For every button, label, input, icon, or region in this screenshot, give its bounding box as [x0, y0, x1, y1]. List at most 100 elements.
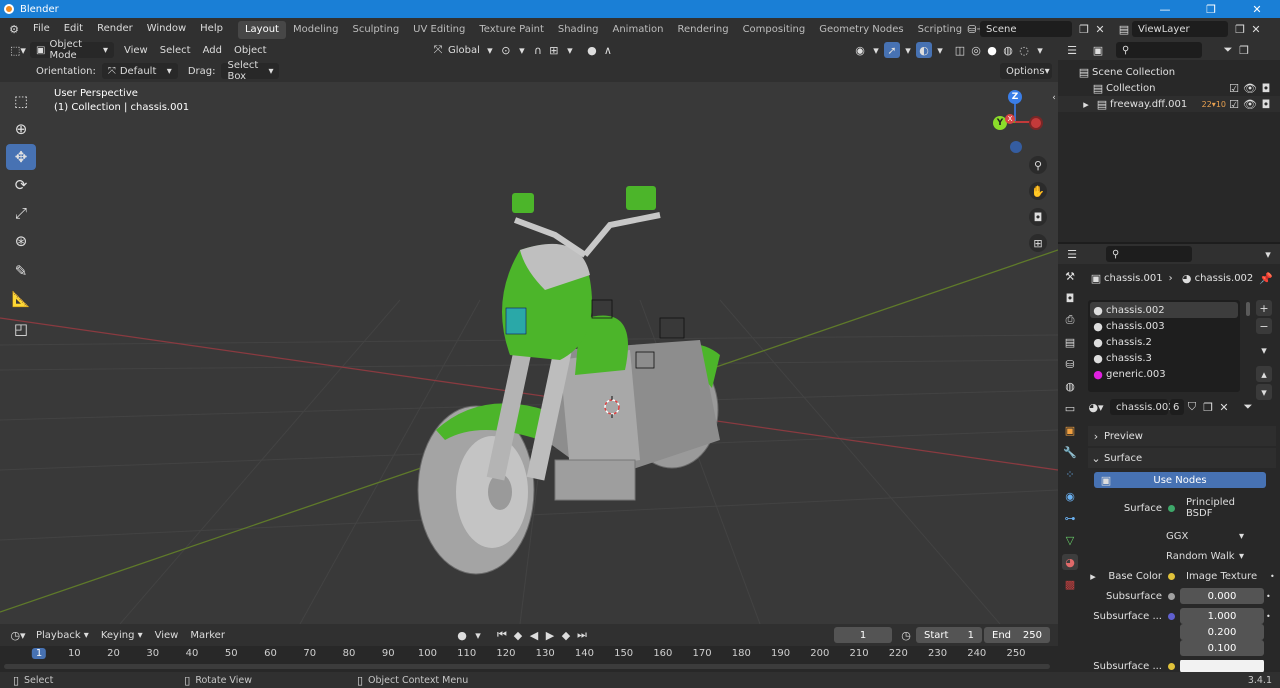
new-view-layer-icon[interactable]: ❐ — [1232, 21, 1248, 37]
menu-keying[interactable]: Keying ▾ — [95, 630, 149, 641]
orientation-dropdown[interactable]: ⤧ Default ▾ — [101, 63, 178, 79]
menu-select[interactable]: Select — [154, 45, 197, 56]
material-slot[interactable]: ● chassis.3 — [1090, 350, 1238, 366]
snap-target-icon[interactable]: ⊞ — [546, 42, 562, 58]
sidebar-toggle-icon[interactable]: ‹ — [1046, 90, 1058, 106]
overlay-toggle-icon[interactable]: ◐ — [916, 42, 932, 58]
solid-shading-icon[interactable]: ● — [984, 42, 1000, 58]
camera-render-icon[interactable]: ◘ — [1258, 96, 1274, 112]
checkbox-icon[interactable]: ☑ — [1226, 96, 1242, 112]
tab-animation[interactable]: Animation — [606, 21, 671, 39]
minimize-button[interactable]: — — [1142, 3, 1188, 16]
falloff-icon[interactable]: ∧ — [600, 42, 616, 58]
add-slot-icon[interactable]: + — [1256, 300, 1272, 316]
subsurface-method-dropdown[interactable]: Random Walk ▾ — [1160, 548, 1250, 564]
menu-marker[interactable]: Marker — [184, 630, 231, 641]
constraints-tab-icon[interactable]: ⊶ — [1062, 510, 1078, 526]
auto-keying-icon[interactable]: ● — [454, 627, 470, 643]
view-layer-tab-icon[interactable]: ▤ — [1062, 334, 1078, 350]
motorcycle-model[interactable] — [417, 186, 720, 575]
editor-type-icon[interactable]: ⬚▾ — [6, 42, 30, 58]
pin-icon[interactable]: 📌 — [1258, 270, 1274, 286]
object-tab-icon[interactable]: ▣ — [1062, 422, 1078, 438]
delete-scene-icon[interactable]: ✕ — [1092, 21, 1108, 37]
gizmo-neg-x-axis[interactable] — [1029, 116, 1043, 130]
3d-viewport[interactable]: User Perspective (1) Collection | chassi… — [0, 82, 1058, 624]
current-frame-field[interactable]: 1 — [834, 627, 892, 643]
tab-shading[interactable]: Shading — [551, 21, 606, 39]
subsurface-radius-x[interactable]: 1.000 — [1180, 608, 1264, 624]
render-tab-icon[interactable]: ◘ — [1062, 290, 1078, 306]
subsurface-radius-y[interactable]: 0.200 — [1180, 624, 1264, 640]
outliner-editor-icon[interactable]: ☰ — [1064, 42, 1080, 58]
rendered-shading-icon[interactable]: ◌ — [1016, 42, 1032, 58]
material-tab-icon[interactable]: ◕ — [1062, 554, 1078, 570]
play-icon[interactable]: ▶ — [542, 627, 558, 643]
material-browse-icon[interactable]: ◕▾ — [1088, 399, 1104, 415]
chevron-down-icon[interactable]: ▾ — [868, 42, 884, 58]
new-scene-icon[interactable]: ❐ — [1076, 21, 1092, 37]
navigation-gizmo[interactable]: Z Y X — [985, 90, 1045, 153]
chevron-down-icon[interactable]: ▾ — [514, 42, 530, 58]
users-count[interactable]: 6 — [1170, 399, 1184, 415]
keyframe-dot-icon[interactable]: • — [1266, 592, 1271, 601]
material-slot[interactable]: ● generic.003 — [1090, 366, 1238, 382]
camera-icon[interactable]: ◘ — [1029, 208, 1047, 226]
prev-keyframe-icon[interactable]: ◆ — [510, 627, 526, 643]
distribution-dropdown[interactable]: GGX ▾ — [1160, 528, 1250, 544]
collection-tab-icon[interactable]: ▭ — [1062, 400, 1078, 416]
timeline-scrollbar[interactable] — [4, 664, 1050, 669]
modifier-tab-icon[interactable]: 🔧 — [1062, 444, 1078, 460]
blender-menu-icon[interactable]: ⚙ — [6, 21, 22, 37]
camera-render-icon[interactable]: ◘ — [1258, 80, 1274, 96]
scene-name-field[interactable]: Scene — [980, 21, 1072, 37]
perspective-grid-icon[interactable]: ⊞ — [1029, 234, 1047, 252]
menu-playback[interactable]: Playback ▾ — [30, 630, 95, 641]
menu-edit[interactable]: Edit — [57, 18, 90, 40]
options-dropdown[interactable]: Options ▾ — [1000, 63, 1052, 79]
add-cube-tool-icon[interactable]: ◰ — [6, 316, 36, 342]
material-filter-icon[interactable]: ⏷ — [1240, 399, 1256, 415]
timeline-editor-icon[interactable]: ◷▾ — [6, 627, 30, 643]
surface-shader-dropdown[interactable]: Principled BSDF — [1180, 497, 1264, 519]
surface-panel-header[interactable]: ⌄ Surface — [1088, 448, 1276, 468]
play-reverse-icon[interactable]: ◀ — [526, 627, 542, 643]
menu-help[interactable]: Help — [193, 18, 230, 40]
pivot-point-icon[interactable]: ⊙ — [498, 42, 514, 58]
use-nodes-button[interactable]: ▣ Use Nodes — [1094, 472, 1266, 488]
unlink-material-icon[interactable]: ✕ — [1216, 399, 1232, 415]
material-name-field[interactable]: chassis.002 — [1110, 399, 1175, 415]
next-keyframe-icon[interactable]: ◆ — [558, 627, 574, 643]
tab-uv-editing[interactable]: UV Editing — [406, 21, 472, 39]
particles-tab-icon[interactable]: ⁘ — [1062, 466, 1078, 482]
display-mode-icon[interactable]: ▣ — [1090, 42, 1106, 58]
eye-icon[interactable]: 👁 — [1242, 96, 1258, 112]
snap-icon[interactable]: ∩ — [530, 42, 546, 58]
end-frame-field[interactable]: End 250 — [984, 627, 1050, 643]
tab-compositing[interactable]: Compositing — [736, 21, 813, 39]
start-frame-field[interactable]: Start 1 — [916, 627, 982, 643]
tab-sculpting[interactable]: Sculpting — [345, 21, 406, 39]
view-layer-icon[interactable]: ▤ — [1116, 21, 1132, 37]
view-layer-field[interactable]: ViewLayer — [1132, 21, 1228, 37]
material-slot[interactable]: ● chassis.003 — [1090, 318, 1238, 334]
slots-scrollbar[interactable] — [1244, 300, 1252, 392]
zoom-icon[interactable]: ⚲ — [1029, 156, 1047, 174]
keyframe-dot-icon[interactable]: • — [1266, 612, 1271, 621]
new-collection-icon[interactable]: ❐ — [1236, 42, 1252, 58]
rotate-tool-icon[interactable]: ⟳ — [6, 172, 36, 198]
move-tool-icon[interactable]: ✥ — [6, 144, 36, 170]
pan-hand-icon[interactable]: ✋ — [1029, 182, 1047, 200]
outliner-row-freeway[interactable]: ▸ ▤ freeway.dff.001 22▾10 ☑ 👁 ◘ — [1058, 96, 1280, 112]
eye-icon[interactable]: 👁 — [1242, 80, 1258, 96]
tool-tab-icon[interactable]: ⚒ — [1062, 268, 1078, 284]
texture-tab-icon[interactable]: ▩ — [1062, 576, 1078, 592]
checkbox-icon[interactable]: ☑ — [1226, 80, 1242, 96]
chevron-down-icon[interactable]: ▾ — [470, 627, 486, 643]
properties-editor-icon[interactable]: ☰ — [1064, 246, 1080, 262]
duplicate-material-icon[interactable]: ❐ — [1200, 399, 1216, 415]
expand-arrow-icon[interactable]: ▸ — [1088, 568, 1098, 584]
jump-end-icon[interactable]: ⏭ — [574, 627, 590, 643]
scale-tool-icon[interactable]: ⤢ — [6, 200, 36, 226]
menu-add[interactable]: Add — [197, 45, 228, 56]
